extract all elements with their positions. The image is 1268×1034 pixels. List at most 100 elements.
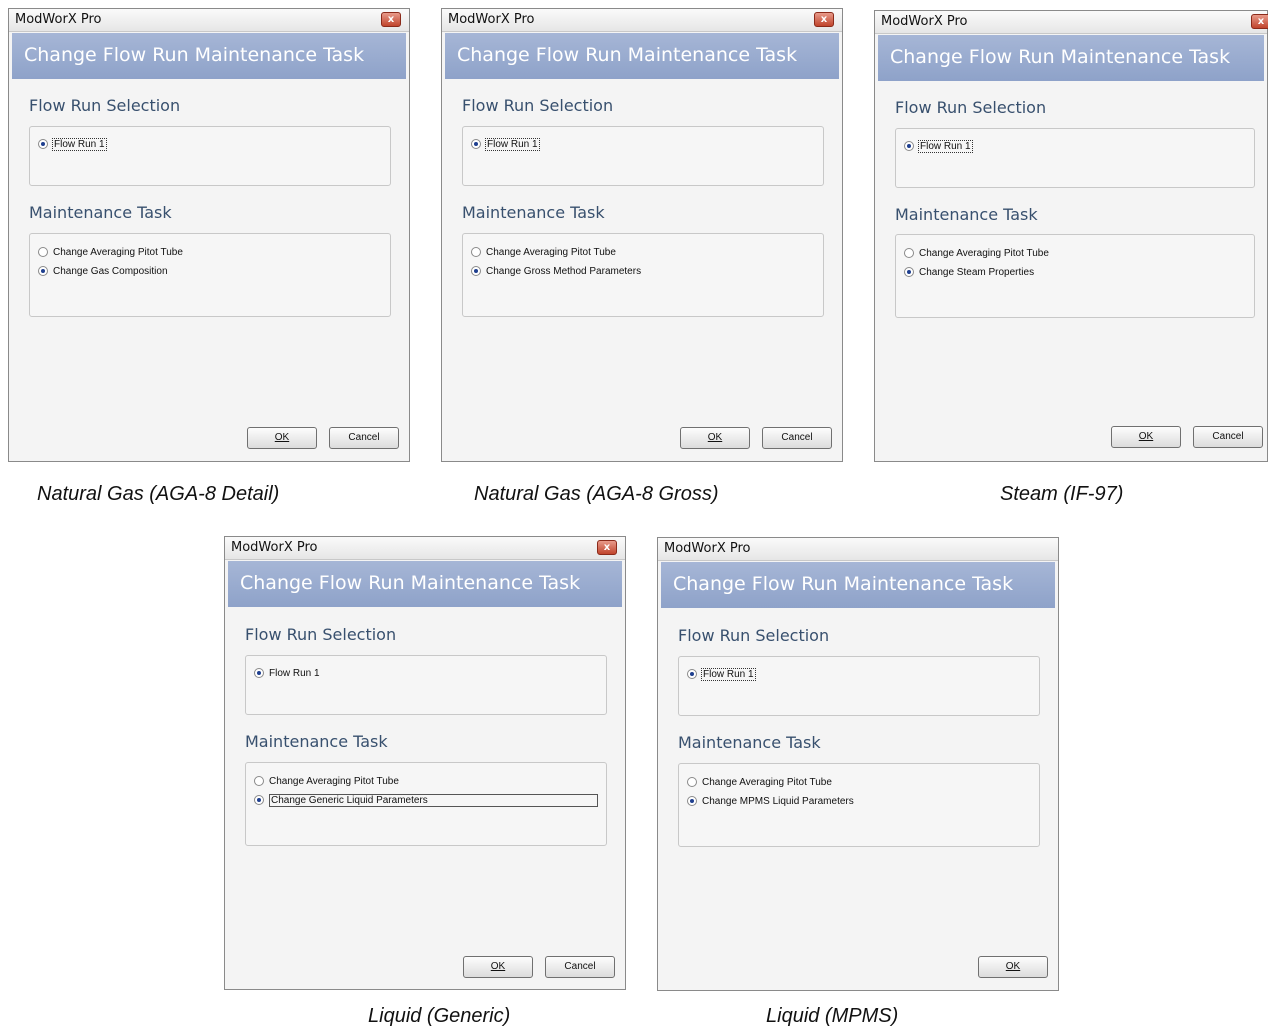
radio-selected-icon[interactable]: [254, 668, 264, 678]
caption: Liquid (Generic): [368, 1005, 511, 1027]
pitot-tube-option[interactable]: Change Averaging Pitot Tube: [471, 245, 616, 259]
cancel-button[interactable]: Cancel: [762, 427, 832, 449]
app-title: ModWorX Pro: [448, 12, 535, 27]
flow-run-heading: Flow Run Selection: [895, 98, 1047, 117]
flow-run-1-option[interactable]: Flow Run 1: [254, 666, 320, 680]
pitot-tube-option[interactable]: Change Averaging Pitot Tube: [687, 775, 832, 789]
close-icon[interactable]: x: [381, 12, 401, 27]
ok-button[interactable]: OK: [680, 427, 750, 449]
second-task-option[interactable]: Change Gross Method Parameters: [471, 264, 641, 278]
dialog-liquid-generic: ModWorX Pro x Change Flow Run Maintenanc…: [224, 536, 626, 990]
maintenance-heading: Maintenance Task: [29, 203, 172, 222]
maintenance-group: Change Averaging Pitot Tube Change Steam…: [895, 234, 1255, 318]
title-bar: ModWorX Pro x: [875, 11, 1268, 34]
dialog-banner: Change Flow Run Maintenance Task: [878, 35, 1264, 81]
radio-selected-icon[interactable]: [38, 139, 48, 149]
cancel-button-label: Cancel: [1212, 431, 1244, 442]
dialog-title: Change Flow Run Maintenance Task: [24, 44, 365, 66]
radio-selected-icon[interactable]: [904, 267, 914, 277]
pitot-tube-option[interactable]: Change Averaging Pitot Tube: [904, 246, 1049, 260]
second-task-option[interactable]: Change Generic Liquid Parameters: [254, 793, 598, 807]
close-icon[interactable]: x: [1251, 14, 1268, 29]
close-icon[interactable]: x: [597, 540, 617, 555]
ok-button-label: OK: [1138, 431, 1154, 442]
radio-unselected-icon[interactable]: [38, 247, 48, 257]
ok-button-label: OK: [490, 961, 506, 972]
second-task-option[interactable]: Change MPMS Liquid Parameters: [687, 794, 854, 808]
ok-button-label: OK: [274, 432, 290, 443]
dialog-title: Change Flow Run Maintenance Task: [457, 44, 798, 66]
flow-run-heading: Flow Run Selection: [29, 96, 181, 115]
pitot-tube-option[interactable]: Change Averaging Pitot Tube: [38, 245, 183, 259]
caption: Natural Gas (AGA-8 Gross): [474, 483, 719, 505]
flow-run-heading: Flow Run Selection: [678, 626, 830, 645]
radio-unselected-icon[interactable]: [687, 777, 697, 787]
ok-button-label: OK: [707, 432, 723, 443]
pitot-tube-label: Change Averaging Pitot Tube: [53, 246, 183, 258]
flow-run-1-label: Flow Run 1: [918, 139, 973, 153]
app-title: ModWorX Pro: [881, 14, 968, 29]
pitot-tube-label: Change Averaging Pitot Tube: [486, 246, 616, 258]
flow-run-1-option[interactable]: Flow Run 1: [687, 667, 756, 681]
caption: Natural Gas (AGA-8 Detail): [37, 483, 280, 505]
maintenance-group: Change Averaging Pitot Tube Change Gas C…: [29, 233, 391, 317]
flow-run-1-label: Flow Run 1: [52, 137, 107, 151]
radio-selected-icon[interactable]: [904, 141, 914, 151]
flow-run-1-label: Flow Run 1: [701, 667, 756, 681]
title-bar: ModWorX Pro x: [9, 9, 409, 32]
maintenance-group: Change Averaging Pitot Tube Change MPMS …: [678, 763, 1040, 847]
second-task-option[interactable]: Change Gas Composition: [38, 264, 168, 278]
app-title: ModWorX Pro: [664, 541, 751, 556]
flow-run-heading: Flow Run Selection: [245, 625, 397, 644]
caption: Liquid (MPMS): [766, 1005, 899, 1027]
flow-run-1-option[interactable]: Flow Run 1: [471, 137, 540, 151]
second-task-label: Change Steam Properties: [919, 266, 1035, 278]
radio-unselected-icon[interactable]: [471, 247, 481, 257]
cancel-button-label: Cancel: [781, 432, 813, 443]
maintenance-heading: Maintenance Task: [678, 733, 821, 752]
maintenance-group: Change Averaging Pitot Tube Change Gross…: [462, 233, 824, 317]
pitot-tube-option[interactable]: Change Averaging Pitot Tube: [254, 774, 399, 788]
title-bar: ModWorX Pro x: [442, 9, 842, 32]
cancel-button[interactable]: Cancel: [545, 956, 615, 978]
flow-run-heading: Flow Run Selection: [462, 96, 614, 115]
pitot-tube-label: Change Averaging Pitot Tube: [702, 776, 832, 788]
ok-button-label: OK: [1005, 961, 1021, 972]
ok-button[interactable]: OK: [1111, 426, 1181, 448]
pitot-tube-label: Change Averaging Pitot Tube: [269, 775, 399, 787]
dialog-aga8-detail: ModWorX Pro x Change Flow Run Maintenanc…: [8, 8, 410, 462]
flow-run-1-label: Flow Run 1: [269, 667, 320, 679]
radio-unselected-icon[interactable]: [254, 776, 264, 786]
flow-run-group: Flow Run 1: [29, 126, 391, 186]
title-bar: ModWorX Pro: [658, 538, 1058, 561]
ok-button[interactable]: OK: [247, 427, 317, 449]
radio-unselected-icon[interactable]: [904, 248, 914, 258]
dialog-banner: Change Flow Run Maintenance Task: [228, 561, 622, 607]
radio-selected-icon[interactable]: [254, 795, 264, 805]
radio-selected-icon[interactable]: [687, 796, 697, 806]
flow-run-1-option[interactable]: Flow Run 1: [38, 137, 107, 151]
dialog-title: Change Flow Run Maintenance Task: [240, 572, 581, 594]
radio-selected-icon[interactable]: [471, 139, 481, 149]
flow-run-1-label: Flow Run 1: [485, 137, 540, 151]
cancel-button[interactable]: Cancel: [329, 427, 399, 449]
caption: Steam (IF-97): [1000, 483, 1124, 505]
radio-selected-icon[interactable]: [471, 266, 481, 276]
app-title: ModWorX Pro: [231, 540, 318, 555]
title-bar: ModWorX Pro x: [225, 537, 625, 560]
second-task-label: Change Generic Liquid Parameters: [269, 793, 598, 807]
maintenance-group: Change Averaging Pitot Tube Change Gener…: [245, 762, 607, 846]
radio-selected-icon[interactable]: [38, 266, 48, 276]
flow-run-group: Flow Run 1: [678, 656, 1040, 716]
second-task-label: Change Gas Composition: [53, 265, 168, 277]
radio-selected-icon[interactable]: [687, 669, 697, 679]
maintenance-heading: Maintenance Task: [245, 732, 388, 751]
second-task-option[interactable]: Change Steam Properties: [904, 265, 1034, 279]
ok-button[interactable]: OK: [978, 956, 1048, 978]
dialog-title: Change Flow Run Maintenance Task: [673, 573, 1014, 595]
cancel-button[interactable]: Cancel: [1193, 426, 1263, 448]
second-task-label: Change Gross Method Parameters: [486, 265, 642, 277]
ok-button[interactable]: OK: [463, 956, 533, 978]
close-icon[interactable]: x: [814, 12, 834, 27]
flow-run-1-option[interactable]: Flow Run 1: [904, 139, 973, 153]
